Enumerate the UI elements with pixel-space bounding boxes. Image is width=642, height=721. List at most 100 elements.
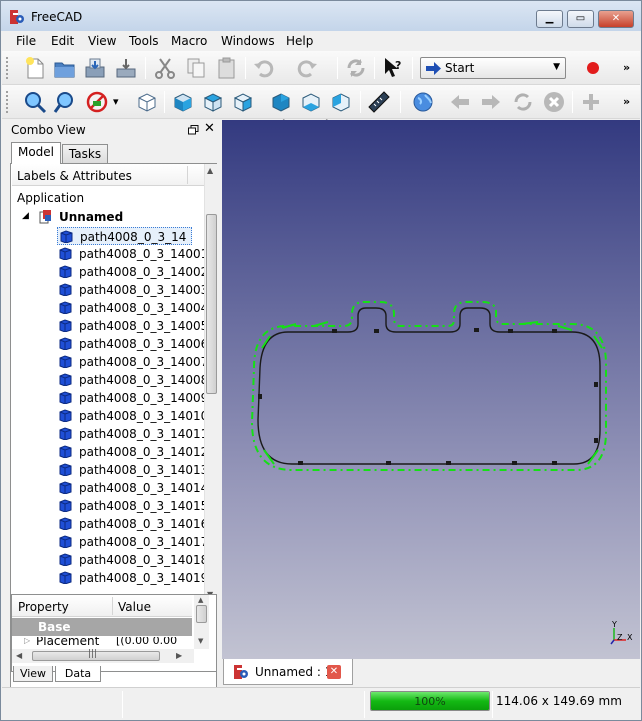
- close-button[interactable]: ✕: [598, 10, 634, 28]
- document-tab[interactable]: Unnamed : 1* ✕: [223, 659, 353, 685]
- menu-file[interactable]: File: [16, 34, 36, 48]
- toolbar-grip[interactable]: [6, 91, 9, 113]
- 3d-viewport[interactable]: Y Z X: [222, 120, 640, 659]
- tree-item[interactable]: path4008_0_3_14015: [57, 497, 204, 515]
- refresh-icon[interactable]: [343, 55, 369, 81]
- save-as-icon[interactable]: [113, 55, 139, 81]
- draw-style-dropdown-icon[interactable]: ▾: [113, 95, 119, 108]
- menu-help[interactable]: Help: [286, 34, 313, 48]
- paste-icon[interactable]: [214, 55, 240, 81]
- minimize-button[interactable]: ▁: [536, 10, 563, 28]
- web-home-icon[interactable]: [410, 89, 436, 115]
- combo-view-tabs: Model Tasks: [8, 142, 219, 164]
- menu-macro[interactable]: Macro: [171, 34, 207, 48]
- save-icon[interactable]: [82, 55, 108, 81]
- back-icon[interactable]: [447, 89, 473, 115]
- tree-item[interactable]: path4008_0_3_14011: [57, 425, 204, 443]
- copy-icon[interactable]: [183, 55, 209, 81]
- title-bar[interactable]: FreeCAD ▁ ▭ ✕: [1, 1, 641, 31]
- front-view-icon[interactable]: [170, 89, 196, 115]
- reload-icon[interactable]: [510, 89, 536, 115]
- whats-this-icon[interactable]: ?: [380, 55, 406, 81]
- draw-style-icon[interactable]: [84, 89, 110, 115]
- tree-item[interactable]: path4008_0_3_14017: [57, 533, 204, 551]
- tree-item[interactable]: path4008_0_3_14013: [57, 461, 204, 479]
- scrollbar-thumb[interactable]: [206, 214, 217, 394]
- new-file-icon[interactable]: [22, 55, 48, 81]
- forward-icon[interactable]: [478, 89, 504, 115]
- tree-item[interactable]: path4008_0_3_14001: [57, 245, 204, 263]
- scroll-right-icon[interactable]: ▶: [176, 651, 182, 660]
- tree-item[interactable]: path4008_0_3_14009: [57, 389, 204, 407]
- left-view-icon[interactable]: [328, 89, 354, 115]
- close-tab-icon[interactable]: ✕: [327, 665, 341, 679]
- tree-item[interactable]: path4008_0_3_14007: [57, 353, 204, 371]
- tree-item[interactable]: path4008_0_3_14: [57, 227, 192, 245]
- tree-item[interactable]: path4008_0_3_14006: [57, 335, 204, 353]
- scroll-left-icon[interactable]: ◀: [16, 651, 22, 660]
- workbench-label: Start: [445, 61, 475, 75]
- fit-selection-icon[interactable]: [52, 89, 78, 115]
- tree-header[interactable]: Labels & Attributes: [12, 164, 204, 186]
- zoom-in-icon[interactable]: [578, 89, 604, 115]
- toolbar-grip[interactable]: [6, 57, 9, 79]
- expand-triangle-icon[interactable]: ◢: [22, 211, 29, 221]
- value-column-header[interactable]: Value: [118, 600, 151, 614]
- property-row-placement[interactable]: ▷ Placement [(0.00 0.00 1.00: [12, 637, 192, 649]
- tree-item[interactable]: path4008_0_3_14008: [57, 371, 204, 389]
- axonometric-icon[interactable]: [134, 89, 160, 115]
- top-view-icon[interactable]: [200, 89, 226, 115]
- right-view-icon[interactable]: [230, 89, 256, 115]
- workbench-selector[interactable]: Start ▼: [420, 57, 566, 79]
- document-row[interactable]: ◢ Unnamed: [20, 209, 200, 227]
- menu-edit[interactable]: Edit: [51, 34, 74, 48]
- record-macro-icon[interactable]: [580, 55, 606, 81]
- menu-windows[interactable]: Windows: [221, 34, 275, 48]
- undo-icon[interactable]: [251, 55, 277, 81]
- tab-tasks[interactable]: Tasks: [62, 144, 108, 163]
- toolbar-overflow-icon[interactable]: »: [623, 61, 630, 74]
- property-group-base[interactable]: Base: [12, 618, 192, 636]
- tree-item[interactable]: path4008_0_3_14014: [57, 479, 204, 497]
- tree-scrollbar[interactable]: ▲ ▼: [204, 164, 217, 601]
- scroll-up-icon[interactable]: ▲: [198, 596, 203, 604]
- tree-item[interactable]: path4008_0_3_14003: [57, 281, 204, 299]
- sketch-outline-shape[interactable]: [222, 120, 640, 659]
- scrollbar-thumb[interactable]: |||: [32, 649, 160, 661]
- progress-text: 100%: [414, 695, 446, 708]
- part-cube-icon: [59, 265, 72, 278]
- tree-item[interactable]: path4008_0_3_14010: [57, 407, 204, 425]
- tab-view[interactable]: View: [13, 666, 53, 682]
- menu-view[interactable]: View: [88, 34, 116, 48]
- scroll-down-icon[interactable]: ▼: [198, 637, 203, 645]
- rear-view-icon[interactable]: [268, 89, 294, 115]
- maximize-button[interactable]: ▭: [567, 10, 594, 28]
- scroll-up-icon[interactable]: ▲: [207, 166, 213, 175]
- tree-item[interactable]: path4008_0_3_14019: [57, 569, 204, 587]
- fit-all-icon[interactable]: [22, 89, 48, 115]
- close-panel-icon[interactable]: ✕: [204, 121, 215, 136]
- property-column-header[interactable]: Property: [18, 600, 69, 614]
- expand-triangle-icon[interactable]: ▷: [24, 637, 30, 645]
- tree-item[interactable]: path4008_0_3_14005: [57, 317, 204, 335]
- combo-view-titlebar[interactable]: Combo View ✕: [8, 120, 219, 140]
- tree-item[interactable]: path4008_0_3_14004: [57, 299, 204, 317]
- scrollbar-thumb[interactable]: [196, 605, 207, 623]
- toolbar-overflow-icon[interactable]: »: [623, 95, 630, 108]
- open-file-icon[interactable]: [52, 55, 78, 81]
- property-vertical-scrollbar[interactable]: ▲ ▼: [194, 595, 209, 649]
- stop-icon[interactable]: [541, 89, 567, 115]
- tree-item[interactable]: path4008_0_3_14002: [57, 263, 204, 281]
- tab-model[interactable]: Model: [11, 142, 61, 164]
- menu-tools[interactable]: Tools: [129, 34, 159, 48]
- cut-icon[interactable]: [152, 55, 178, 81]
- measure-icon[interactable]: [366, 89, 392, 115]
- tree-item[interactable]: path4008_0_3_14012: [57, 443, 204, 461]
- tree-item[interactable]: path4008_0_3_14016: [57, 515, 204, 533]
- bottom-view-icon[interactable]: [298, 89, 324, 115]
- property-horizontal-scrollbar[interactable]: ◀ ||| ▶: [12, 649, 194, 663]
- float-panel-icon[interactable]: [188, 125, 199, 135]
- tree-item[interactable]: path4008_0_3_14018: [57, 551, 204, 569]
- tab-data[interactable]: Data: [55, 666, 101, 682]
- redo-icon[interactable]: [294, 55, 320, 81]
